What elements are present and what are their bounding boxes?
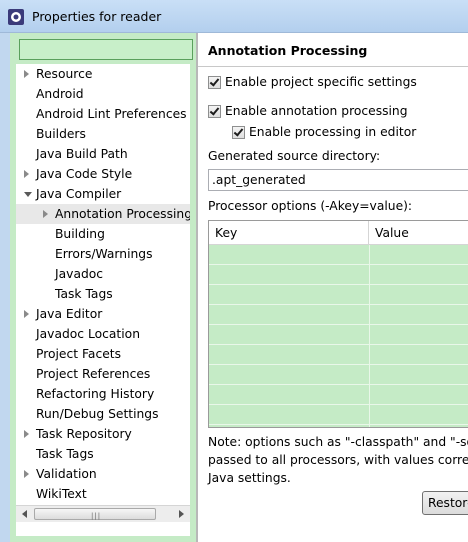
page-title: Annotation Processing — [208, 43, 368, 58]
generated-dir-input[interactable]: .apt_generated — [208, 169, 468, 191]
navigation-pane: Resource Android Android Lint Preferences B… — [10, 33, 196, 542]
tree-item-annotation-processing[interactable]: Annotation Processing — [16, 204, 190, 224]
tree-item-label: Java Editor — [36, 307, 103, 321]
tree-item-javadoc[interactable]: Javadoc — [16, 264, 190, 284]
checkmark-icon — [209, 105, 220, 116]
tree-item-project-references[interactable]: Project References — [16, 364, 190, 384]
tree-item-task-tags[interactable]: Task Tags — [16, 444, 190, 464]
table-row[interactable] — [209, 405, 468, 425]
title-bar: Properties for reader — [0, 0, 468, 33]
tree-item-label: Builders — [36, 127, 86, 141]
table-row[interactable] — [209, 345, 468, 365]
tree-item-label: Resource — [36, 67, 93, 81]
tree-item-label: Java Compiler — [36, 187, 122, 201]
tree-item-validation[interactable]: Validation — [16, 464, 190, 484]
tree-item-label: Javadoc — [55, 267, 104, 281]
tree-item-java-editor[interactable]: Java Editor — [16, 304, 190, 324]
scroll-right-icon[interactable] — [179, 510, 184, 518]
tree-item-label: Task Repository — [36, 427, 132, 441]
tree-item-wikitext[interactable]: WikiText — [16, 484, 190, 504]
tree-item-building[interactable]: Building — [16, 224, 190, 244]
horizontal-scrollbar[interactable]: ||| — [16, 505, 190, 522]
filter-input[interactable] — [19, 39, 193, 60]
expand-arrow-icon[interactable] — [24, 170, 29, 178]
tree-item-label: Refactoring History — [36, 387, 155, 401]
note-line: passed to all processors, with values co… — [208, 453, 468, 467]
tree-item-errors-warnings[interactable]: Errors/Warnings — [16, 244, 190, 264]
tree-item-label: Building — [55, 227, 105, 241]
tree-item-label: Project References — [36, 367, 151, 381]
tree-item-label: Run/Debug Settings — [36, 407, 159, 421]
expand-arrow-icon[interactable] — [24, 470, 29, 478]
generated-dir-label: Generated source directory: — [208, 149, 381, 163]
tree-item-label: Java Build Path — [36, 147, 128, 161]
tree-item-label: Javadoc Location — [36, 327, 140, 341]
window-frame-left — [0, 33, 10, 542]
tree-item-android-lint-preferences[interactable]: Android Lint Preferences — [16, 104, 190, 124]
enable-project-specific-checkbox[interactable] — [208, 76, 221, 89]
tree-item-label: Android — [36, 87, 84, 101]
options-note: Note: options such as "-classpath" and "… — [208, 433, 468, 487]
tree-item-java-compiler[interactable]: Java Compiler — [16, 184, 190, 204]
tree-item-javadoc-location[interactable]: Javadoc Location — [16, 324, 190, 344]
tree-item-task-tags[interactable]: Task Tags — [16, 284, 190, 304]
tree-item-java-code-style[interactable]: Java Code Style — [16, 164, 190, 184]
checkmark-icon — [209, 76, 220, 87]
column-divider — [369, 245, 370, 427]
tree-item-label: Android Lint Preferences — [36, 107, 187, 121]
scrollbar-thumb[interactable]: ||| — [34, 508, 156, 520]
expand-arrow-icon[interactable] — [24, 70, 29, 78]
tree-item-label: Annotation Processing — [55, 207, 190, 221]
restore-defaults-button[interactable]: Restore — [422, 491, 468, 515]
enable-processing-in-editor-label[interactable]: Enable processing in editor — [249, 125, 416, 139]
checkmark-icon — [233, 126, 244, 137]
processor-options-label: Processor options (-Akey=value): — [208, 199, 413, 213]
expand-arrow-icon[interactable] — [24, 430, 29, 438]
table-row[interactable] — [209, 265, 468, 285]
table-row[interactable] — [209, 385, 468, 405]
tree-item-task-repository[interactable]: Task Repository — [16, 424, 190, 444]
tree-item-refactoring-history[interactable]: Refactoring History — [16, 384, 190, 404]
enable-annotation-processing-checkbox[interactable] — [208, 105, 221, 118]
tree-item-label: WikiText — [36, 487, 87, 501]
grip-icon: ||| — [91, 512, 102, 520]
expand-arrow-open-icon[interactable] — [24, 192, 32, 197]
tree-item-java-build-path[interactable]: Java Build Path — [16, 144, 190, 164]
tree-item-label: Java Code Style — [36, 167, 133, 181]
column-header-value[interactable]: Value — [369, 221, 468, 245]
window-title: Properties for reader — [32, 9, 162, 24]
tree-item-label: Task Tags — [36, 447, 94, 461]
tree-item-android[interactable]: Android — [16, 84, 190, 104]
processor-options-table[interactable]: Key Value — [208, 220, 468, 428]
table-row[interactable] — [209, 285, 468, 305]
preference-tree: Resource Android Android Lint Preferences B… — [16, 64, 190, 536]
tree-item-label: Project Facets — [36, 347, 122, 361]
note-line: Java settings. — [208, 471, 291, 485]
note-line: Note: options such as "-classpath" and "… — [208, 435, 468, 449]
tree-item-run-debug-settings[interactable]: Run/Debug Settings — [16, 404, 190, 424]
table-row[interactable] — [209, 325, 468, 345]
scroll-left-icon[interactable] — [22, 510, 27, 518]
tree-item-label: Errors/Warnings — [55, 247, 153, 261]
tree-item-builders[interactable]: Builders — [16, 124, 190, 144]
tree-item-project-facets[interactable]: Project Facets — [16, 344, 190, 364]
column-header-key[interactable]: Key — [209, 221, 369, 245]
expand-arrow-icon[interactable] — [24, 310, 29, 318]
enable-processing-in-editor-checkbox[interactable] — [232, 126, 245, 139]
expand-arrow-icon[interactable] — [43, 210, 48, 218]
table-row[interactable] — [209, 305, 468, 325]
property-page: Annotation Processing Enable project spe… — [198, 33, 468, 542]
title-separator — [198, 66, 468, 67]
eclipse-properties-icon — [8, 9, 24, 25]
tree-item-resource[interactable]: Resource — [16, 64, 190, 84]
table-row[interactable] — [209, 245, 468, 265]
table-header: Key Value — [209, 221, 468, 245]
tree-item-label: Task Tags — [55, 287, 113, 301]
enable-annotation-processing-label[interactable]: Enable annotation processing — [225, 104, 408, 118]
table-row[interactable] — [209, 365, 468, 385]
tree-item-label: Validation — [36, 467, 97, 481]
enable-project-specific-label[interactable]: Enable project specific settings — [225, 75, 417, 89]
